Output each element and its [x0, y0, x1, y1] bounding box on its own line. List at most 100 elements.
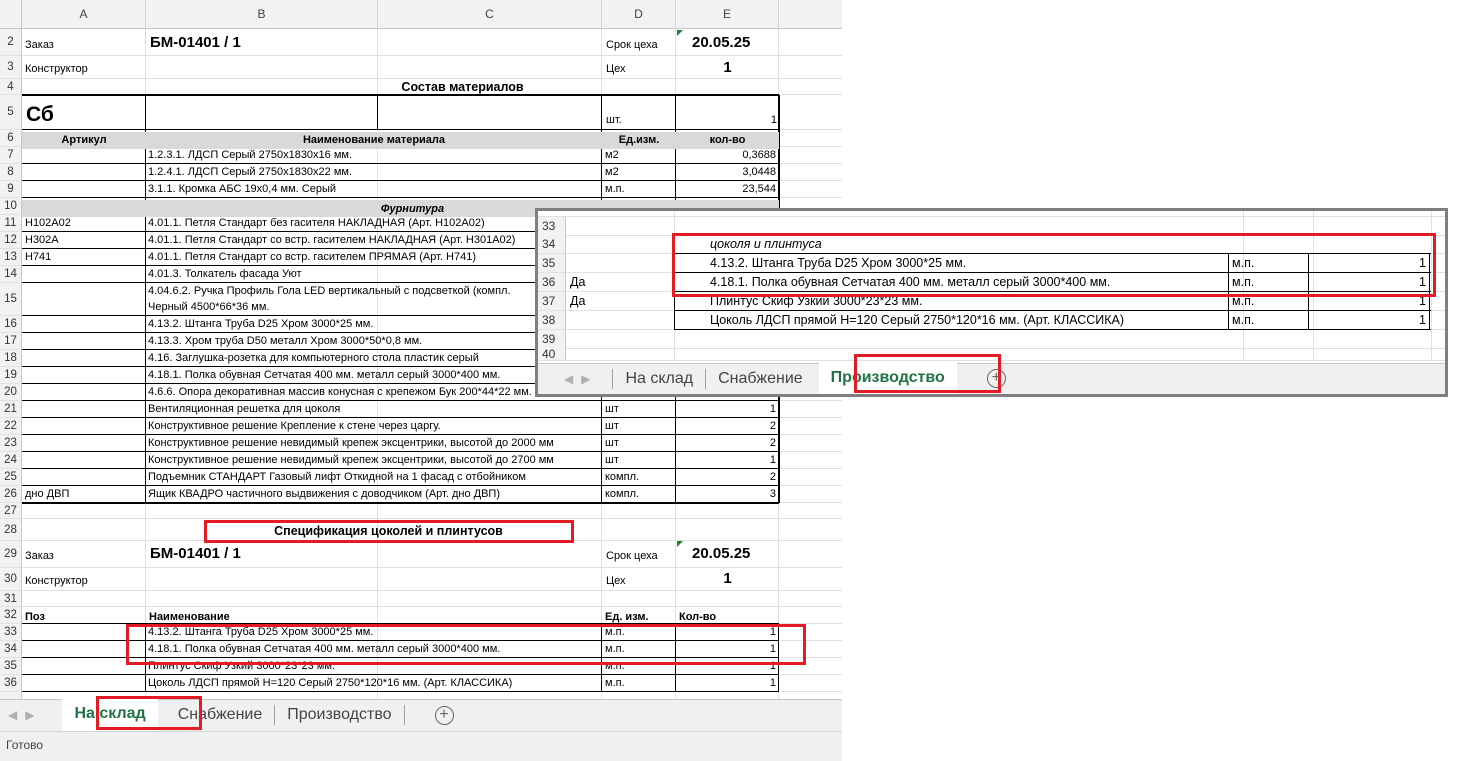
cell-name: Ящик КВАДРО частичного выдвижения с дово… [148, 488, 500, 500]
add-sheet-icon[interactable]: + [434, 705, 454, 725]
table-row[interactable]: 1.2.3.1. ЛДСП Серый 2750х1830х16 мм. м2 0,… [0, 147, 842, 164]
cell-name: Цоколь ЛДСП прямой H=120 Серый 2750*120*… [148, 677, 513, 689]
table-border [377, 95, 378, 130]
cell-article: H302A [25, 234, 59, 246]
row-header[interactable]: 29 [0, 541, 22, 568]
column-header-f[interactable] [779, 0, 842, 29]
cell-name: Подъемник СТАНДАРТ Газовый лифт Откидной… [148, 471, 526, 483]
cell-name: 4.01.1. Петля Стандарт без гасителя НАКЛ… [148, 217, 485, 229]
cell-article: H741 [25, 251, 52, 263]
col-name-header: Наименование материала [302, 134, 446, 146]
row-header[interactable]: 31 [0, 591, 22, 607]
table-row[interactable]: Конструктивное решение невидимый крепеж … [0, 435, 842, 452]
table-row[interactable]: 3.1.1. Кромка АБС 19х0,4 мм. Серый м.п. 23… [0, 181, 842, 198]
cell-unit: м.п. [605, 183, 625, 195]
column-header-b[interactable]: B [146, 0, 378, 29]
tab-na-sklad[interactable]: На склад [613, 370, 705, 388]
row-header[interactable]: 4 [0, 79, 22, 95]
cell-name: 4.04.6.2. Ручка Профиль Гола LED вертика… [148, 285, 511, 297]
cell-name: 1.2.4.1. ЛДСП Серый 2750х1830х22 мм. [148, 166, 353, 178]
order-number: БМ-01401 / 1 [150, 34, 241, 51]
highlight-box-spec-rows [126, 624, 806, 665]
tab-separator [403, 705, 405, 725]
designer-label: Конструктор [25, 63, 88, 75]
cell-flag: Да [570, 275, 586, 289]
tab-proizvodstvo[interactable]: Производство [275, 706, 403, 724]
cell-qty: 3 [769, 488, 776, 500]
group-unit: шт. [606, 114, 622, 126]
comment-indicator[interactable] [677, 30, 683, 36]
cell-name: 3.1.1. Кромка АБС 19х0,4 мм. Серый [148, 183, 336, 195]
tab-snabzhenie[interactable]: Снабжение [706, 370, 815, 388]
row-header[interactable]: 28 [0, 519, 22, 541]
row-header[interactable]: 10 [0, 198, 22, 215]
group-code: Сб [26, 103, 54, 126]
cell-name: 4.13.3. Хром труба D50 металл Хром 3000*… [148, 335, 423, 347]
column-header-c[interactable]: C [378, 0, 602, 29]
cell-qty: 0,3688 [742, 149, 776, 161]
col-unit-header: Ед.изм. [618, 134, 660, 146]
table-row[interactable]: Подъемник СТАНДАРТ Газовый лифт Откидной… [0, 469, 842, 486]
row-header[interactable]: 30 [0, 568, 22, 591]
deadline-value: 20.05.25 [692, 34, 751, 51]
cell-name: Цоколь ЛДСП прямой H=120 Серый 2750*120*… [710, 313, 1125, 327]
cell-unit: компл. [605, 488, 640, 500]
tab-scroll-left-icon[interactable]: ◀ [538, 372, 581, 386]
table-row[interactable]: дно ДВП Ящик КВАДРО частичного выдвижения… [0, 486, 842, 503]
cell-unit: шт [605, 454, 619, 466]
row-header[interactable]: 2 [0, 29, 22, 56]
highlight-box-inset-rows [672, 233, 1436, 297]
table-row[interactable]: 1.2.4.1. ЛДСП Серый 2750х1830х22 мм. м2 3,… [0, 164, 842, 181]
tab-scroll-right-icon[interactable]: ▶ [25, 708, 42, 722]
row-header[interactable]: 40 [538, 347, 566, 361]
cell-unit: шт [605, 420, 619, 432]
cell-name: 4.01.1. Петля Стандарт со встр. гасителе… [148, 251, 476, 263]
table-row[interactable]: Конструктивное решение Крепление к стене… [0, 418, 842, 435]
row-header[interactable]: 5 [0, 95, 22, 130]
table-row[interactable]: Цоколь ЛДСП прямой H=120 Серый 2750*120*… [538, 311, 1445, 330]
cell-name: Вентиляционная решетка для цоколя [148, 403, 341, 415]
spec-order-label: Заказ [25, 550, 54, 562]
cell-unit: м2 [605, 166, 619, 178]
row-header[interactable]: 27 [0, 503, 22, 519]
cell-unit: шт [605, 403, 619, 415]
cell-qty: 2 [769, 471, 776, 483]
row-header[interactable]: 34 [538, 235, 566, 254]
column-header-d[interactable]: D [602, 0, 676, 29]
row-header[interactable]: 3 [0, 56, 22, 79]
cell-name: Конструктивное решение невидимый крепеж … [148, 454, 554, 466]
status-text: Готово [6, 738, 44, 752]
spec-shop-value: 1 [723, 570, 732, 587]
select-all-corner[interactable] [0, 0, 22, 29]
table-row[interactable]: Конструктивное решение невидимый крепеж … [0, 452, 842, 469]
cell-name-line2: Черный 4500*66*36 мм. [148, 301, 270, 313]
spec-shop-label: Цех [606, 575, 626, 587]
cell-qty: 1 [769, 454, 776, 466]
tab-scroll-left-icon[interactable]: ◀ [0, 708, 25, 722]
column-header-a[interactable]: A [22, 0, 146, 29]
cell-qty: 2 [769, 420, 776, 432]
table-row[interactable]: Вентиляционная решетка для цоколя шт 1 [0, 401, 842, 418]
cell-unit: компл. [605, 471, 640, 483]
spec-col-qty: Кол-во [679, 611, 717, 623]
cell-qty: 3,0448 [742, 166, 776, 178]
shop-label: Цех [606, 63, 626, 75]
cell-name: 4.13.2. Штанга Труба D25 Хром 3000*25 мм… [148, 318, 374, 330]
cell-unit: м.п. [1232, 313, 1255, 327]
cell-unit: м.п. [605, 677, 625, 689]
cell-unit: м2 [605, 149, 619, 161]
table-row[interactable]: Цоколь ЛДСП прямой H=120 Серый 2750*120*… [0, 675, 842, 692]
deadline-label: Срок цеха [606, 39, 658, 51]
cell-flag: Да [570, 294, 586, 308]
row-header[interactable]: 32 [0, 607, 22, 624]
spec-comment-indicator[interactable] [677, 541, 683, 547]
group-qty: 1 [770, 114, 777, 126]
row-header[interactable]: 6 [0, 130, 22, 147]
spec-designer-label: Конструктор [25, 575, 88, 587]
spec-col-name: Наименование [149, 611, 230, 623]
tab-scroll-right-icon[interactable]: ▶ [581, 372, 612, 386]
column-header-e[interactable]: E [676, 0, 779, 29]
cell-name: 4.6.6. Опора декоративная массив конусна… [148, 386, 532, 398]
row-header[interactable]: 33 [538, 217, 566, 236]
cell-qty: 1 [1419, 313, 1426, 327]
